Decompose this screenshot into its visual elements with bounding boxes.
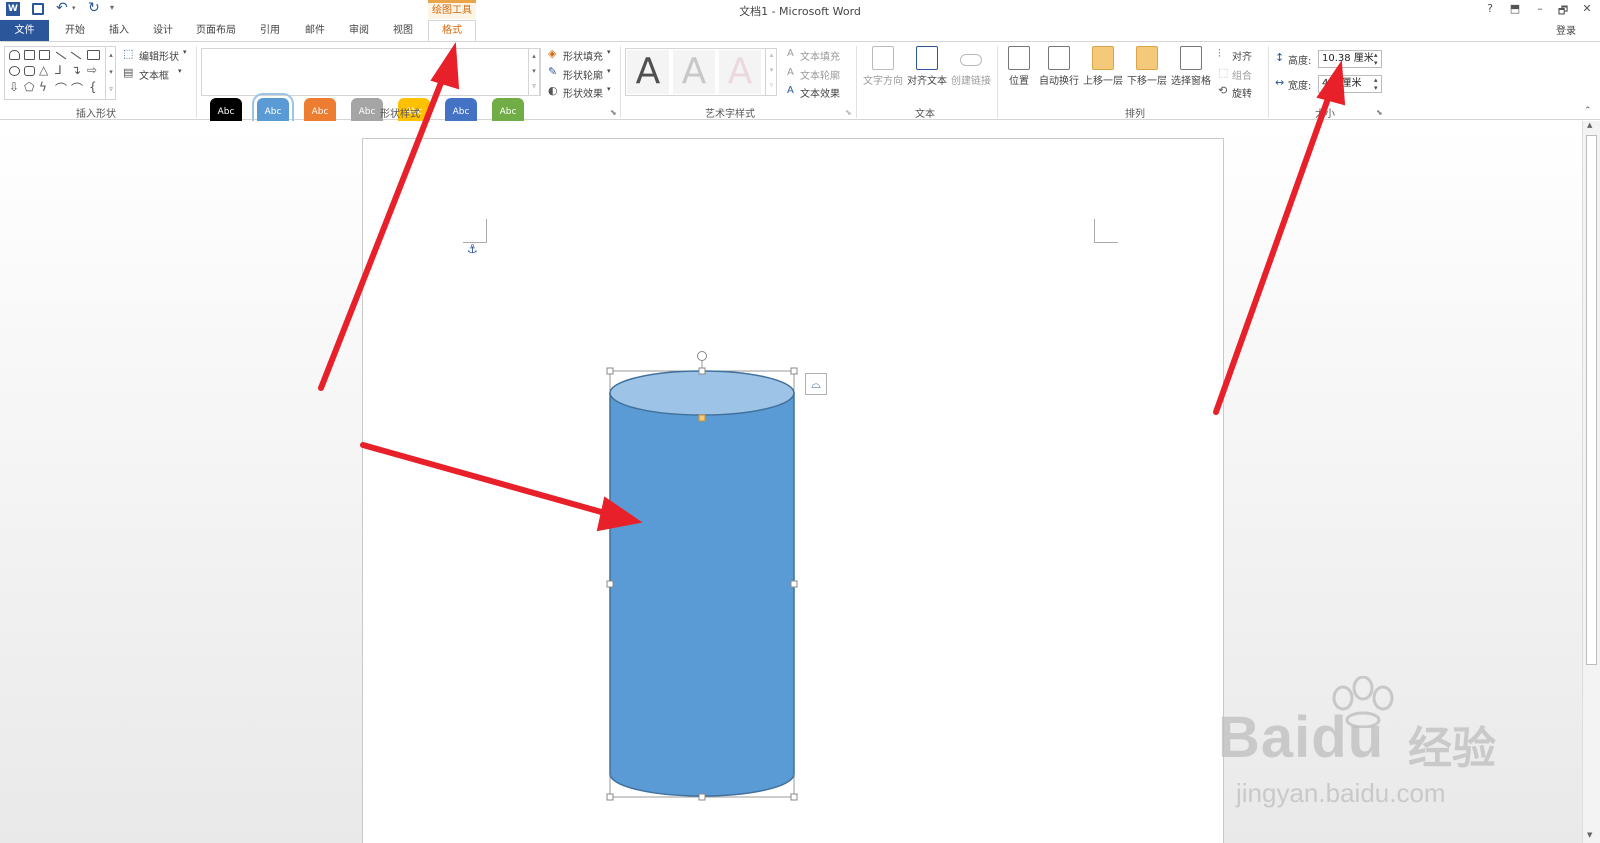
annotation-layer [318, 41, 1346, 532]
annotation-arrow-to-size [1213, 90, 1333, 415]
annotation-arrow-to-shape [360, 442, 615, 518]
annotation-arrowhead [596, 496, 643, 532]
word-window: W ↶ ▾ ↻ ▾ 绘图工具 文档1 - Microsoft Word ? ⬒ … [0, 0, 1600, 843]
annotation-arrowhead [430, 41, 460, 90]
annotation-arrow-to-format-tab [318, 72, 447, 391]
annotation-arrowhead [1316, 60, 1346, 106]
